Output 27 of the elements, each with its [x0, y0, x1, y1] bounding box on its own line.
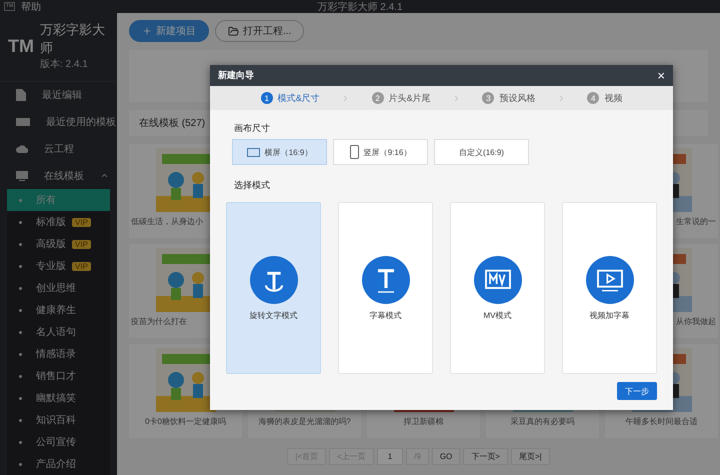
- vip-badge: VIP: [72, 240, 91, 248]
- vip-badge: VIP: [72, 262, 91, 270]
- step-number: 3: [482, 92, 494, 104]
- template-caption: 疫苗为什么打在: [130, 316, 188, 327]
- template-caption: 捍卫新疆棉: [402, 416, 444, 427]
- template-caption: 海狮的表皮是光溜溜的吗?: [257, 416, 352, 427]
- step-number: 1: [260, 92, 273, 104]
- section-heading: 画布尺寸: [234, 122, 271, 135]
- step-label: 模式&尺寸: [278, 92, 320, 104]
- template-caption: 生常说的一: [675, 216, 717, 227]
- app-name: 万彩字影大师: [40, 21, 106, 57]
- dialog-title: 新建向导: [218, 69, 254, 82]
- template-caption: 低碳生活，从身边小: [130, 216, 204, 227]
- template-caption: 采豆真的有必要吗: [510, 416, 576, 427]
- logo: TM: [8, 36, 34, 56]
- template-caption: 午睡多长时间最合适: [624, 416, 698, 427]
- window-title: 万彩字影大师 2.4.1: [317, 0, 403, 14]
- template-caption: 从你我做起: [675, 316, 717, 327]
- vip-badge: VIP: [72, 218, 91, 226]
- step-label: 预设风格: [499, 92, 536, 104]
- step-number: 2: [372, 92, 384, 104]
- step-number: 4: [587, 92, 600, 104]
- step-label: 视频: [604, 92, 622, 104]
- section-heading: 在线模板 (527): [139, 116, 206, 130]
- version-label: 版本: 2.4.1: [40, 58, 89, 71]
- template-caption: 0卡0糖饮料一定健康吗: [144, 416, 227, 427]
- step-label: 片头&片尾: [388, 92, 431, 104]
